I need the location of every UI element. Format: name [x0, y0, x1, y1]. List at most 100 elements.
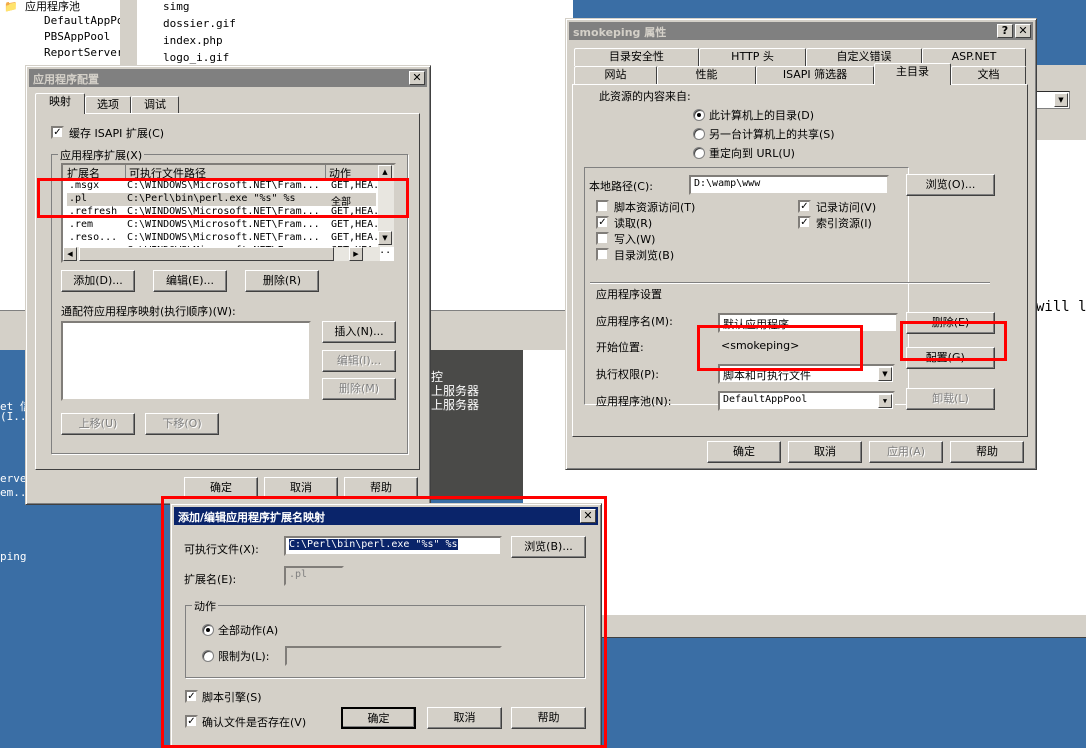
panel-text: 上服务器	[431, 384, 480, 398]
scroll-left-icon[interactable]: ◀	[63, 247, 77, 261]
help-button[interactable]: 帮助	[950, 441, 1024, 463]
tab[interactable]: HTTP 头	[699, 48, 806, 66]
toolbar: ▼	[1036, 65, 1086, 140]
unload-button[interactable]: 卸载(L)	[906, 388, 995, 410]
cancel-button[interactable]: 取消	[788, 441, 862, 463]
tab-mapping[interactable]: 映射	[35, 93, 85, 114]
wildcard-remove-button[interactable]: 删除(M)	[322, 378, 396, 400]
app-pool-select[interactable]: DefaultAppPool ▼	[718, 391, 895, 411]
dropdown-arrow-icon[interactable]: ▼	[878, 367, 892, 381]
scroll-right-icon[interactable]: ▶	[349, 247, 363, 261]
content-text: will le	[1036, 299, 1086, 315]
move-down-button[interactable]: 下移(O)	[145, 413, 219, 435]
title-bar: 应用程序配置 ✕	[29, 69, 427, 87]
edit-button[interactable]: 编辑(E)...	[153, 270, 227, 292]
wildcard-list[interactable]	[61, 321, 311, 401]
tree-item[interactable]: 应用程序池	[25, 0, 80, 14]
permission-checkbox[interactable]	[596, 248, 609, 261]
panel-text: 控	[431, 370, 444, 384]
cache-isapi-checkbox[interactable]: ✓	[51, 126, 64, 139]
tab[interactable]: 文档	[951, 66, 1026, 84]
cell-extension: .reso...	[69, 232, 118, 243]
insert-button[interactable]: 插入(N)...	[322, 321, 396, 343]
horizontal-scrollbar[interactable]: ◀ ▶	[63, 247, 380, 261]
apply-button[interactable]: 应用(A)	[869, 441, 943, 463]
content-source-label: 此资源的内容来自:	[599, 90, 691, 103]
cell-path: C:\WINDOWS\Microsoft.NET\Fram...	[127, 232, 320, 243]
local-path-input[interactable]: D:\wamp\www	[689, 175, 889, 195]
scroll-down-icon[interactable]: ▼	[378, 231, 392, 245]
highlight-box	[697, 325, 863, 371]
content-source-radio[interactable]	[693, 147, 705, 159]
tab[interactable]: 主目录	[874, 63, 951, 85]
remove-button[interactable]: 删除(R)	[245, 270, 319, 292]
table-row[interactable]: .reso... C:\WINDOWS\Microsoft.NET\Fram..…	[67, 232, 391, 245]
radio-label: 此计算机上的目录(D)	[709, 109, 815, 122]
start-point-label: 开始位置:	[596, 341, 644, 354]
tab[interactable]: ISAPI 筛选器	[756, 66, 874, 84]
close-icon[interactable]: ✕	[1015, 24, 1031, 38]
wildcard-label: 通配符应用程序映射(执行顺序)(W):	[61, 305, 236, 318]
highlight-box	[161, 496, 607, 748]
tree-item[interactable]: ReportServer	[44, 46, 123, 59]
highlight-box	[900, 321, 1007, 361]
tab-debug[interactable]: 调试	[131, 96, 179, 114]
move-up-button[interactable]: 上移(U)	[61, 413, 135, 435]
tree-item[interactable]: PBSAppPool	[44, 30, 110, 43]
tab-options[interactable]: 选项	[85, 96, 131, 114]
dark-panel: 控 上服务器 上服务器	[430, 350, 523, 500]
dialog-title: 应用程序配置	[33, 73, 99, 86]
tab[interactable]: 目录安全性	[574, 48, 699, 66]
scroll-up-icon[interactable]: ▲	[378, 165, 392, 179]
cache-isapi-label: 缓存 ISAPI 扩展(C)	[69, 127, 165, 140]
checkbox-label: 索引资源(I)	[816, 217, 872, 230]
properties-dialog: smokeping 属性 ? ✕ 目录安全性 HTTP 头自定义错误 ASP.NET…	[565, 18, 1037, 470]
permission-checkbox[interactable]	[596, 200, 609, 213]
desktop-icon-label[interactable]: ping	[0, 550, 27, 563]
dropdown-arrow-icon[interactable]: ▼	[878, 394, 892, 408]
highlight-box	[37, 178, 409, 218]
content-source-radio[interactable]	[693, 109, 705, 121]
radio-label: 另一台计算机上的共享(S)	[709, 128, 835, 141]
execute-permissions-label: 执行权限(P):	[596, 368, 659, 381]
content-source-radio[interactable]	[693, 128, 705, 140]
folder-icon: 📁	[4, 0, 18, 13]
permission-checkbox[interactable]: ✓	[798, 200, 811, 213]
ok-button[interactable]: 确定	[707, 441, 781, 463]
title-bar: smokeping 属性 ? ✕	[569, 22, 1033, 40]
app-name-label: 应用程序名(M):	[596, 315, 673, 328]
dropdown-arrow-icon[interactable]: ▼	[1054, 93, 1068, 107]
checkbox-label: 读取(R)	[614, 217, 653, 230]
checkbox-label: 脚本资源访问(T)	[614, 201, 696, 214]
checkbox-label: 记录访问(V)	[816, 201, 877, 214]
app-config-dialog: 应用程序配置 ✕ 映射 选项 调试 ✓ 缓存 ISAPI 扩展(C) 应用程序扩…	[25, 65, 431, 505]
group-label: 应用程序扩展(X)	[58, 147, 145, 163]
checkbox-label: 写入(W)	[614, 233, 656, 246]
browse-button[interactable]: 浏览(O)...	[906, 174, 995, 196]
selected-value: DefaultAppPool	[723, 394, 808, 405]
dialog-title: smokeping 属性	[573, 26, 667, 39]
app-pool-label: 应用程序池(N):	[596, 395, 672, 408]
file-item[interactable]: logo_i.gif	[163, 51, 229, 64]
tab[interactable]: 性能	[657, 66, 756, 84]
local-path-label: 本地路径(C):	[589, 180, 653, 193]
divider	[590, 282, 990, 283]
file-item[interactable]: index.php	[163, 34, 223, 47]
permission-checkbox[interactable]: ✓	[798, 216, 811, 229]
add-button[interactable]: 添加(D)...	[61, 270, 135, 292]
table-row[interactable]: .rem C:\WINDOWS\Microsoft.NET\Fram... GE…	[67, 219, 391, 232]
tab[interactable]: 网站	[574, 66, 657, 84]
close-icon[interactable]: ✕	[409, 71, 425, 85]
file-item[interactable]: dossier.gif	[163, 17, 236, 30]
help-icon[interactable]: ?	[997, 24, 1013, 38]
tree-item[interactable]: DefaultAppPo	[44, 14, 123, 27]
radio-label: 重定向到 URL(U)	[709, 147, 795, 160]
cell-extension: .rem	[69, 219, 94, 230]
table-header: 扩展名 可执行文件路径 动作	[63, 165, 380, 181]
permission-checkbox[interactable]	[596, 232, 609, 245]
permission-checkbox[interactable]: ✓	[596, 216, 609, 229]
wildcard-edit-button[interactable]: 编辑(I)...	[322, 350, 396, 372]
file-item[interactable]: simg	[163, 0, 190, 13]
status-bar	[523, 614, 1086, 638]
file-list: simg dossier.gif index.php logo_i.gif	[145, 0, 445, 70]
